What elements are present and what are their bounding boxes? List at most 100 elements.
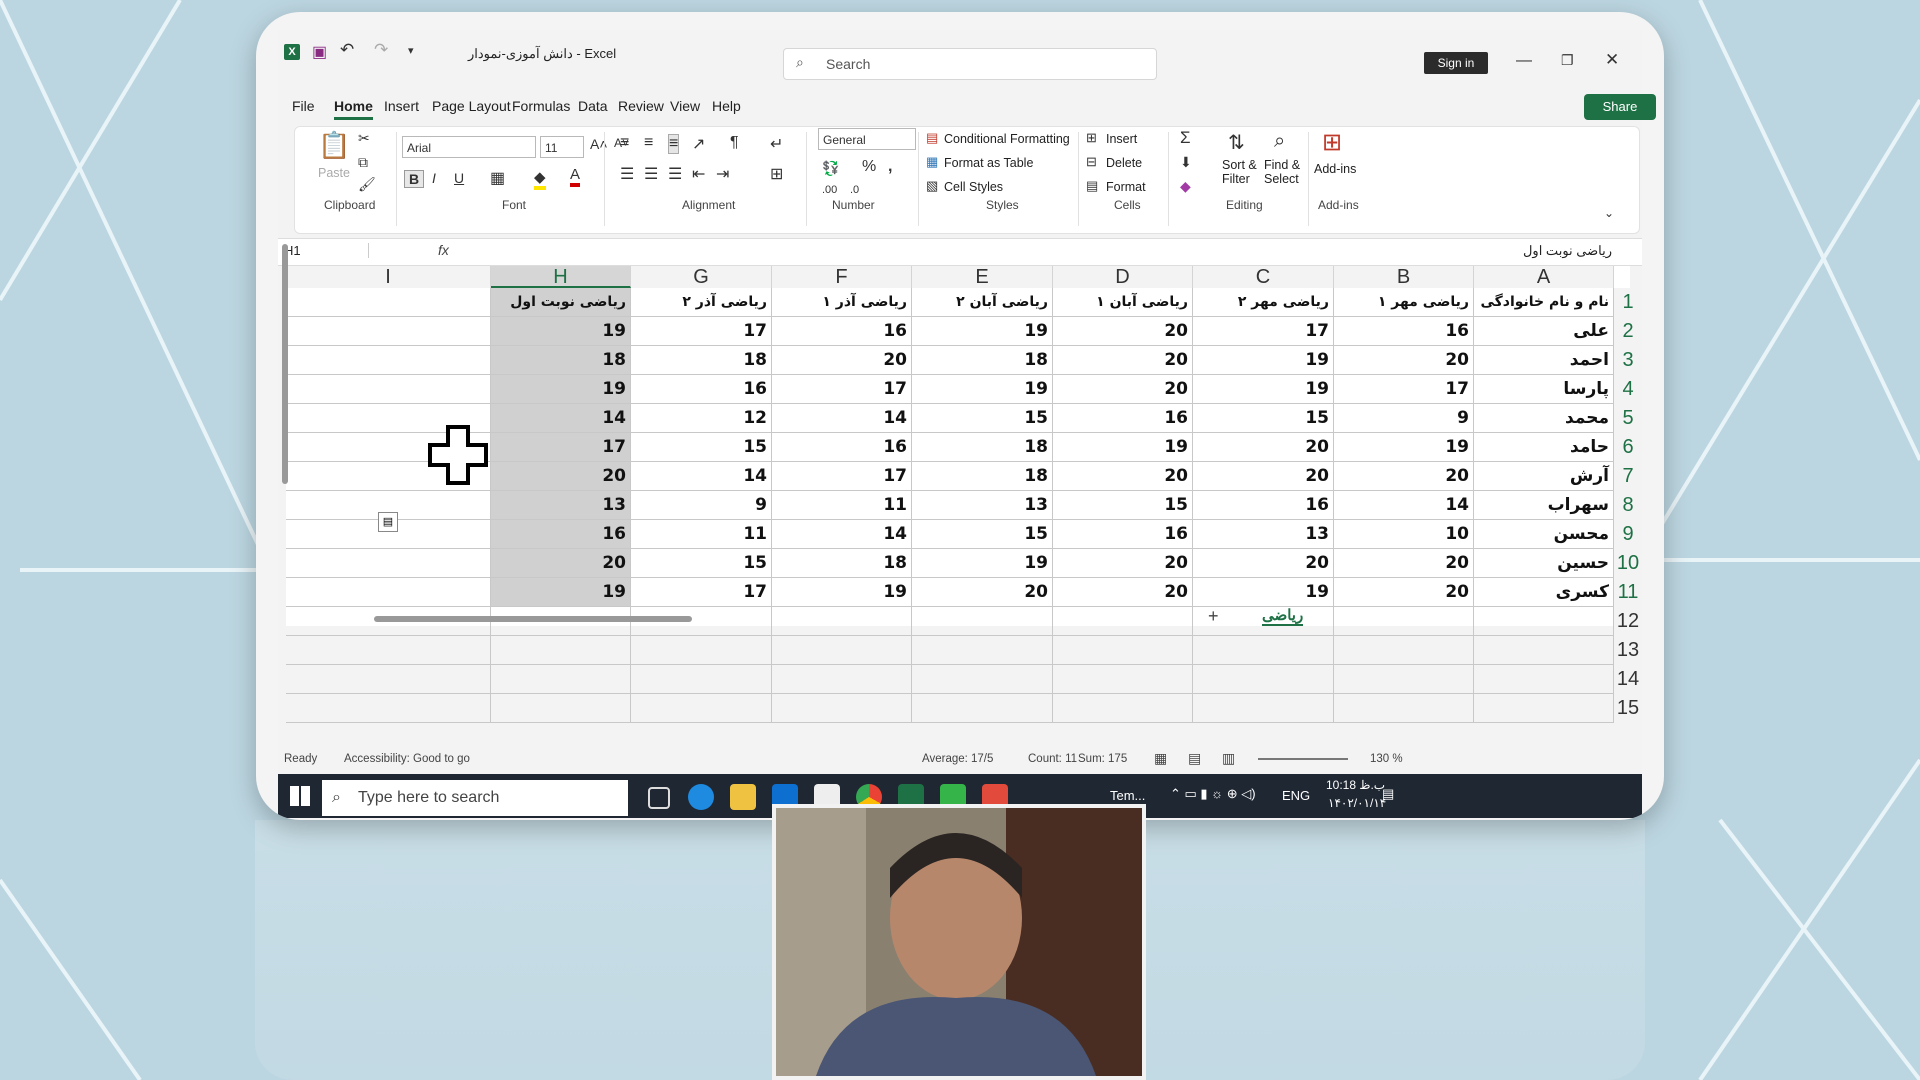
table-cell[interactable]: 20 [1053, 578, 1193, 607]
table-cell[interactable]: 17 [1334, 375, 1474, 404]
column-header[interactable]: B [1334, 266, 1474, 288]
row-header[interactable]: 15 [1614, 694, 1642, 723]
header-cell[interactable]: ریاضی آبان ۱ [1053, 288, 1193, 317]
table-cell[interactable]: 16 [1334, 317, 1474, 346]
table-cell[interactable]: 14 [772, 404, 912, 433]
table-cell[interactable] [912, 636, 1053, 665]
table-cell[interactable] [286, 665, 491, 694]
decrease-indent-icon[interactable]: ⇤ [692, 164, 705, 184]
sign-in-button[interactable]: Sign in [1424, 52, 1488, 74]
notification-icon[interactable]: ▤ [1382, 786, 1394, 802]
tab-file[interactable]: File [292, 98, 315, 114]
table-cell[interactable]: 20 [1193, 549, 1334, 578]
table-cell[interactable]: 15 [912, 404, 1053, 433]
clock-time[interactable]: 10:18 ب.ظ [1326, 778, 1385, 792]
fx-icon[interactable]: fx [438, 242, 449, 258]
row-header[interactable]: 9 [1614, 520, 1642, 549]
table-cell[interactable]: 20 [1053, 317, 1193, 346]
column-header[interactable]: I [286, 266, 491, 288]
table-cell[interactable]: 10 [1334, 520, 1474, 549]
customize-qat-icon[interactable]: ▾ [408, 44, 414, 57]
table-cell[interactable]: 19 [491, 578, 631, 607]
table-cell[interactable] [1474, 665, 1614, 694]
task-view-icon[interactable] [648, 787, 670, 809]
table-cell[interactable] [772, 607, 912, 636]
row-header[interactable]: 12 [1614, 607, 1642, 636]
table-cell[interactable] [286, 346, 491, 375]
table-cell[interactable] [1053, 636, 1193, 665]
copy-icon[interactable]: ⧉ [358, 154, 368, 171]
column-header[interactable]: G [631, 266, 772, 288]
table-cell[interactable]: 14 [772, 520, 912, 549]
save-icon[interactable]: ▣ [312, 42, 327, 62]
delete-cells-icon[interactable]: ⊟ [1086, 154, 1097, 170]
sheet-tab[interactable]: ریاضی [1262, 606, 1304, 626]
windows-start-icon[interactable] [290, 786, 310, 806]
zoom-level[interactable]: 130 % [1370, 753, 1403, 765]
header-cell[interactable]: ریاضی نوبت اول [491, 288, 631, 317]
sort-label[interactable]: Sort & [1222, 158, 1257, 172]
row-header[interactable]: 8 [1614, 491, 1642, 520]
row-header[interactable]: 3 [1614, 346, 1642, 375]
font-size-dropdown[interactable]: 11 [540, 136, 584, 158]
table-cell[interactable]: محمد [1474, 404, 1614, 433]
table-cell[interactable]: 15 [1053, 491, 1193, 520]
tab-review[interactable]: Review [618, 98, 664, 114]
borders-icon[interactable]: ▦ [490, 168, 505, 188]
table-cell[interactable]: علی [1474, 317, 1614, 346]
column-header[interactable]: H [491, 266, 631, 288]
table-cell[interactable] [1474, 694, 1614, 723]
table-cell[interactable]: 18 [912, 433, 1053, 462]
wrap-text-icon[interactable]: ↵ [770, 134, 783, 154]
row-header[interactable]: 14 [1614, 665, 1642, 694]
restore-icon[interactable]: ❐ [1561, 52, 1574, 69]
table-cell[interactable]: 19 [912, 317, 1053, 346]
format-as-table-icon[interactable]: ▦ [926, 154, 938, 170]
table-cell[interactable]: 17 [631, 578, 772, 607]
table-cell[interactable]: 16 [1053, 520, 1193, 549]
file-explorer-icon[interactable] [730, 784, 756, 810]
tab-home[interactable]: Home [334, 98, 373, 120]
table-cell[interactable]: 16 [631, 375, 772, 404]
edge-icon[interactable] [688, 784, 714, 810]
table-cell[interactable]: 19 [1334, 433, 1474, 462]
conditional-formatting-button[interactable]: Conditional Formatting [944, 132, 1070, 146]
insert-cells-button[interactable]: Insert [1106, 132, 1137, 146]
row-header[interactable]: 13 [1614, 636, 1642, 665]
format-cells-button[interactable]: Format [1106, 180, 1146, 194]
table-cell[interactable] [772, 636, 912, 665]
align-left-icon[interactable]: ☰ [620, 164, 634, 184]
cell-styles-icon[interactable]: ▧ [926, 178, 938, 194]
table-cell[interactable] [1334, 636, 1474, 665]
language-indicator[interactable]: ENG [1282, 788, 1310, 803]
redo-icon[interactable]: ↷ [374, 40, 388, 60]
table-cell[interactable] [286, 694, 491, 723]
table-cell[interactable]: 16 [491, 520, 631, 549]
row-header[interactable]: 7 [1614, 462, 1642, 491]
table-cell[interactable] [912, 694, 1053, 723]
align-center-icon[interactable]: ☰ [644, 164, 658, 184]
table-cell[interactable] [1334, 694, 1474, 723]
increase-decimal-icon[interactable]: .00 [822, 184, 837, 196]
table-cell[interactable]: 15 [912, 520, 1053, 549]
increase-indent-icon[interactable]: ⇥ [716, 164, 729, 184]
add-ins-icon[interactable]: ⊞ [1322, 128, 1342, 157]
format-cells-icon[interactable]: ▤ [1086, 178, 1098, 194]
table-cell[interactable]: 20 [1053, 346, 1193, 375]
table-cell[interactable]: 20 [1193, 462, 1334, 491]
header-cell[interactable]: ریاضی مهر ۱ [1334, 288, 1474, 317]
table-cell[interactable] [491, 694, 631, 723]
column-header[interactable]: F [772, 266, 912, 288]
underline-icon[interactable]: U [454, 170, 464, 186]
bold-icon[interactable]: B [404, 170, 425, 188]
table-cell[interactable] [1053, 694, 1193, 723]
table-cell[interactable]: 13 [912, 491, 1053, 520]
taskbar-search[interactable]: ⌕ Type here to search [322, 780, 628, 816]
table-cell[interactable] [1053, 607, 1193, 636]
conditional-formatting-icon[interactable]: ▤ [926, 130, 938, 146]
table-cell[interactable]: 19 [912, 549, 1053, 578]
table-cell[interactable]: 20 [491, 549, 631, 578]
find-label[interactable]: Find & [1264, 158, 1300, 172]
table-cell[interactable]: 13 [1193, 520, 1334, 549]
table-cell[interactable]: 16 [772, 317, 912, 346]
